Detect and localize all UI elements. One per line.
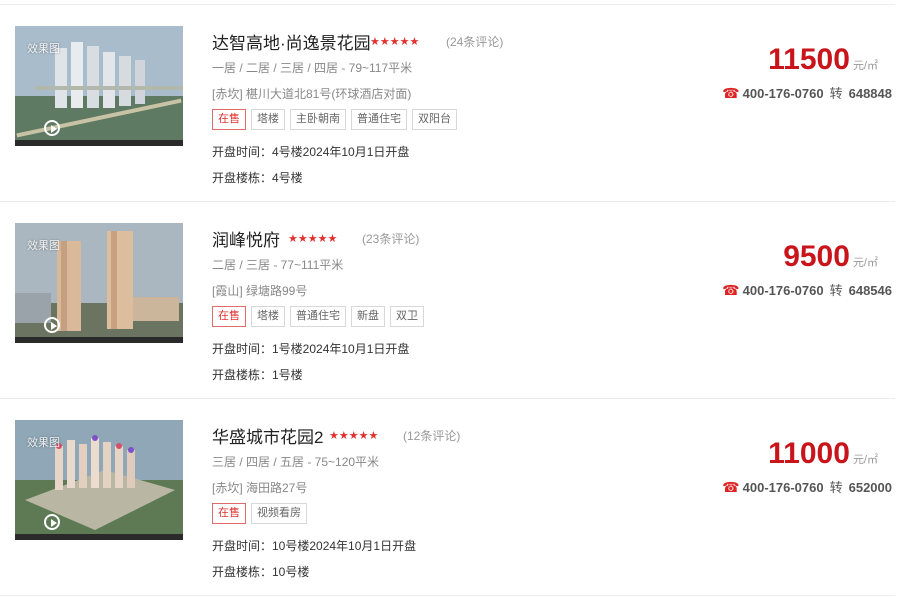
open-building: 开盘楼栋：1号楼	[212, 368, 303, 382]
divider	[0, 595, 895, 596]
phone-number: 400-176-0760	[742, 480, 824, 495]
tag: 普通住宅	[351, 109, 407, 130]
tag: 新盘	[351, 306, 385, 327]
play-icon[interactable]	[44, 120, 60, 136]
tag-list: 在售 塔楼 主卧朝南 普通住宅 双阳台	[212, 109, 462, 130]
extension-number: 652000	[848, 480, 892, 495]
tag-on-sale: 在售	[212, 109, 246, 130]
open-time: 开盘时间：1号楼2024年10月1日开盘	[212, 342, 410, 356]
listing-name[interactable]: 润峰悦府	[212, 226, 280, 251]
price: 11000 元/㎡	[768, 437, 878, 477]
tag-on-sale: 在售	[212, 306, 246, 327]
tag-on-sale: 在售	[212, 503, 246, 524]
tag: 普通住宅	[290, 306, 346, 327]
extension-number: 648546	[848, 283, 892, 298]
listing-item: 效果图 达智高地·尚逸景花园 ★★★★★ (24条评论) 一居 / 二居 / 三…	[0, 5, 918, 201]
comment-count[interactable]: (23条评论)	[362, 230, 419, 247]
open-time: 开盘时间：4号楼2024年10月1日开盘	[212, 145, 410, 159]
play-icon[interactable]	[44, 514, 60, 530]
phone-line[interactable]: ☎ 400-176-0760 转 648848	[722, 83, 892, 102]
rating-stars: ★★★★★	[329, 430, 379, 442]
phone-number: 400-176-0760	[742, 283, 824, 298]
tag: 主卧朝南	[290, 109, 346, 130]
extension-label: 转	[829, 283, 843, 298]
extension-label: 转	[829, 86, 843, 101]
address: [赤坎] 海田路27号	[212, 481, 308, 495]
price-value: 11000	[768, 437, 850, 470]
comment-count[interactable]: (12条评论)	[403, 427, 460, 444]
price: 9500 元/㎡	[783, 240, 878, 280]
listing-thumbnail[interactable]: 效果图	[15, 26, 183, 146]
phone-line[interactable]: ☎ 400-176-0760 转 652000	[722, 477, 892, 496]
extension-label: 转	[829, 480, 843, 495]
phone-number: 400-176-0760	[742, 86, 824, 101]
tag: 双卫	[390, 306, 424, 327]
phone-icon: ☎	[722, 479, 740, 495]
rating-stars: ★★★★★	[288, 233, 338, 245]
tag-list: 在售 视频看房	[212, 503, 312, 524]
phone-icon: ☎	[722, 85, 740, 101]
listing-name[interactable]: 华盛城市花园2	[212, 423, 323, 448]
listing-list: 效果图 达智高地·尚逸景花园 ★★★★★ (24条评论) 一居 / 二居 / 三…	[0, 0, 918, 598]
tag-list: 在售 塔楼 普通住宅 新盘 双卫	[212, 306, 429, 327]
tag: 塔楼	[251, 109, 285, 130]
room-types: 二居 / 三居 - 77~111平米	[212, 258, 344, 272]
phone-icon: ☎	[722, 282, 740, 298]
room-types: 一居 / 二居 / 三居 / 四居 - 79~117平米	[212, 61, 413, 75]
tag[interactable]: 视频看房	[251, 503, 307, 524]
address: [赤坎] 椹川大道北81号(环球酒店对面)	[212, 87, 412, 101]
tag: 塔楼	[251, 306, 285, 327]
thumbnail-tag: 效果图	[27, 437, 60, 449]
room-types: 三居 / 四居 / 五居 - 75~120平米	[212, 455, 380, 469]
rating-stars: ★★★★★	[370, 36, 420, 48]
tag: 双阳台	[412, 109, 457, 130]
price: 11500 元/㎡	[768, 43, 878, 83]
open-building: 开盘楼栋：10号楼	[212, 565, 310, 579]
comment-count[interactable]: (24条评论)	[446, 33, 503, 50]
open-time: 开盘时间：10号楼2024年10月1日开盘	[212, 539, 417, 553]
phone-line[interactable]: ☎ 400-176-0760 转 648546	[722, 280, 892, 299]
price-value: 9500	[783, 240, 850, 273]
thumbnail-tag: 效果图	[27, 43, 60, 55]
address: [霞山] 绿塘路99号	[212, 284, 308, 298]
listing-thumbnail[interactable]: 效果图	[15, 223, 183, 343]
price-unit: 元/㎡	[852, 60, 878, 72]
listing-name[interactable]: 达智高地·尚逸景花园	[212, 29, 371, 54]
price-unit: 元/㎡	[852, 454, 878, 466]
price-unit: 元/㎡	[852, 257, 878, 269]
play-icon[interactable]	[44, 317, 60, 333]
thumbnail-tag: 效果图	[27, 240, 60, 252]
price-value: 11500	[768, 43, 850, 76]
listing-item: 效果图 润峰悦府 ★★★★★ (23条评论) 二居 / 三居 - 77~111平…	[0, 202, 918, 398]
open-building: 开盘楼栋：4号楼	[212, 171, 303, 185]
extension-number: 648848	[848, 86, 892, 101]
listing-item: 效果图 华盛城市花园2 ★★★★★ (12条评论) 三居 / 四居 / 五居 -…	[0, 399, 918, 595]
listing-thumbnail[interactable]: 效果图	[15, 420, 183, 540]
